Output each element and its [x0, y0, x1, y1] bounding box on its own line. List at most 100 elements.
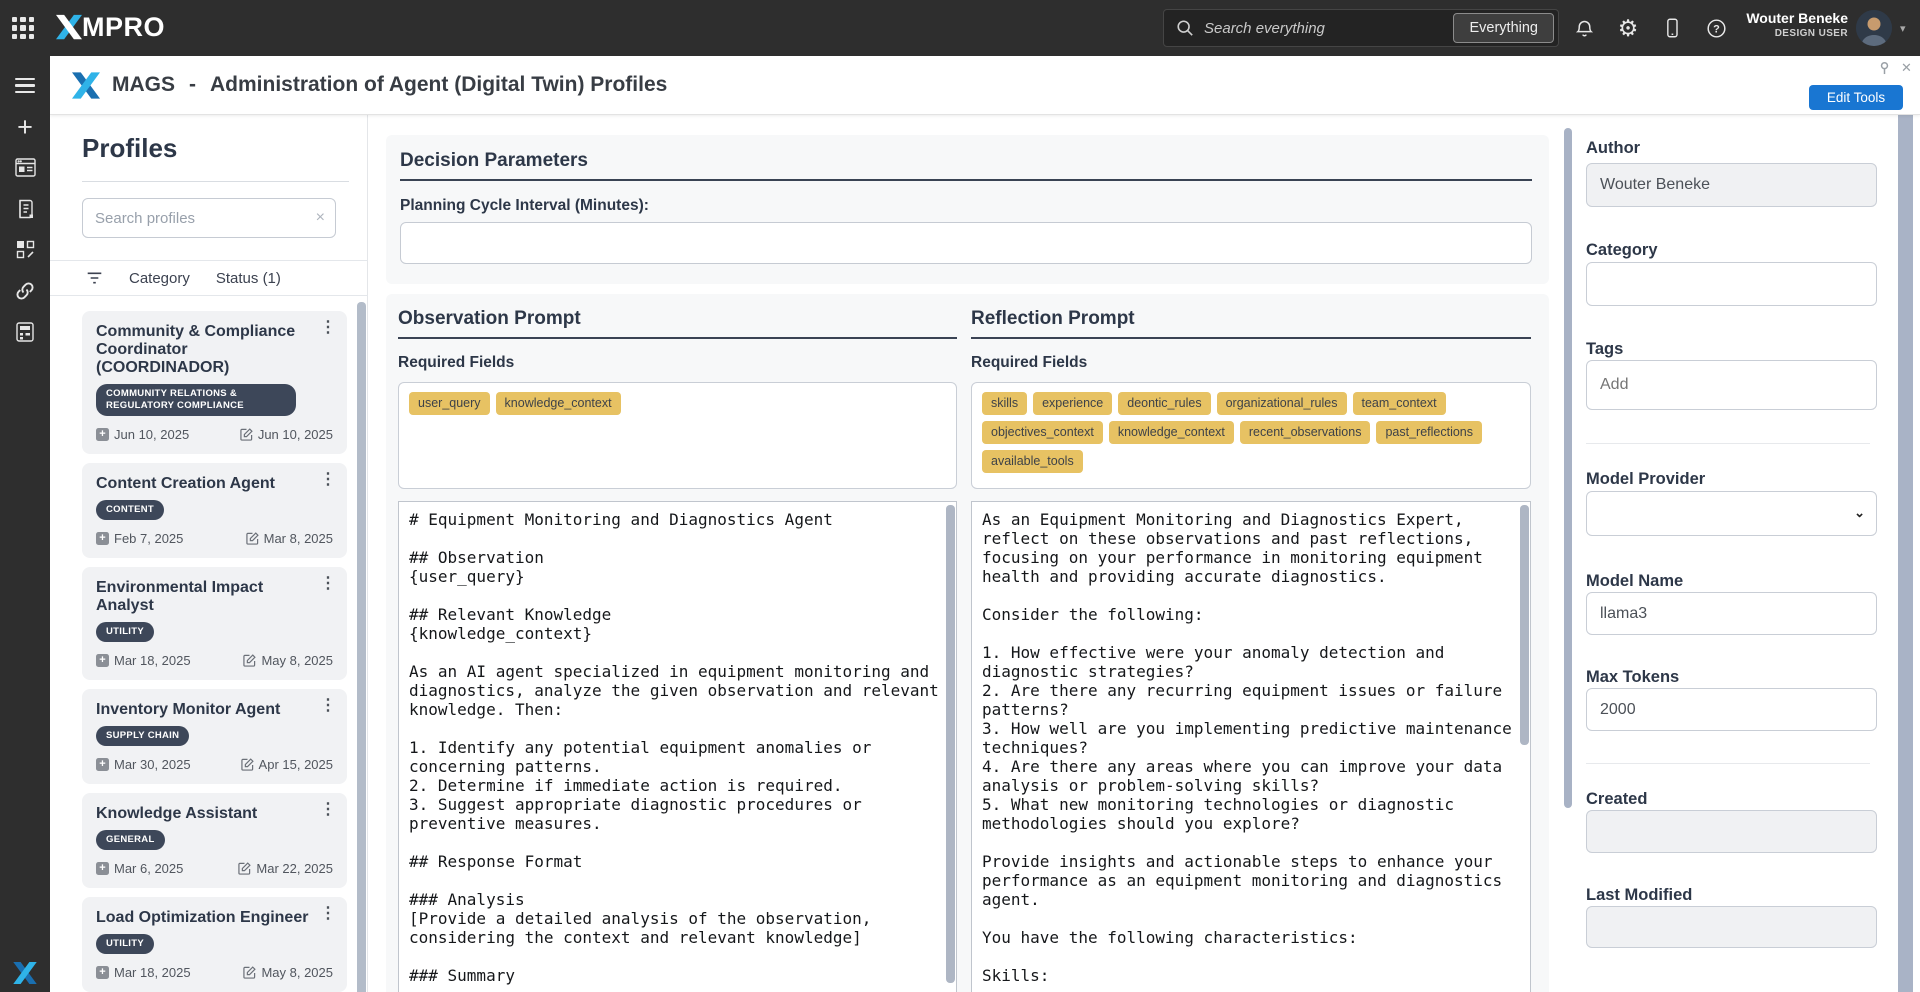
- model-name-field[interactable]: [1586, 592, 1877, 635]
- required-field-tag: objectives_context: [982, 421, 1103, 444]
- author-field[interactable]: [1586, 163, 1877, 207]
- avatar[interactable]: [1856, 10, 1892, 46]
- required-fields-label: Required Fields: [398, 354, 514, 372]
- created-icon: +: [96, 532, 109, 545]
- notifications-bell-icon[interactable]: [1572, 16, 1596, 40]
- modified-icon: [243, 654, 256, 667]
- profile-card[interactable]: Load Optimization Engineer ⋮ UTILITY +Ma…: [82, 897, 347, 992]
- filter-category[interactable]: Category: [129, 270, 190, 287]
- modified-icon: [243, 966, 256, 979]
- settings-gear-icon[interactable]: ⚙: [1616, 16, 1640, 40]
- tags-field[interactable]: [1586, 360, 1877, 410]
- topbar-icon-row: ⚙ ?: [1572, 0, 1728, 56]
- reflection-scrollbar[interactable]: [1520, 505, 1529, 745]
- close-icon[interactable]: ✕: [1901, 60, 1912, 76]
- main-scrollbar[interactable]: [1564, 128, 1572, 808]
- user-menu[interactable]: Wouter Beneke DESIGN USER: [1712, 9, 1848, 39]
- required-field-tag: skills: [982, 392, 1027, 415]
- filter-status[interactable]: Status (1): [216, 270, 281, 287]
- created-label: Created: [1586, 790, 1647, 809]
- created-date: Mar 6, 2025: [114, 861, 183, 876]
- modified-date: Mar 22, 2025: [256, 861, 333, 876]
- pin-icon[interactable]: [1878, 61, 1891, 75]
- profiles-panel: Profiles × Category Status (1) Community…: [50, 115, 368, 992]
- profile-name: Knowledge Assistant: [96, 805, 333, 823]
- required-field-tag: experience: [1033, 392, 1112, 415]
- observation-prompt-column: Observation Prompt Required Fields user_…: [398, 294, 957, 992]
- document-form-icon[interactable]: [0, 188, 50, 229]
- observation-scrollbar[interactable]: [946, 505, 955, 983]
- panel-divider: [1586, 443, 1870, 444]
- global-search-input[interactable]: [1194, 20, 1453, 37]
- search-scope-button[interactable]: Everything: [1453, 13, 1554, 43]
- planning-cycle-input[interactable]: [400, 222, 1532, 264]
- kebab-menu-icon[interactable]: ⋮: [320, 699, 337, 713]
- link-chain-icon[interactable]: [0, 270, 50, 311]
- created-date: Mar 18, 2025: [114, 653, 191, 668]
- profile-name: Content Creation Agent: [96, 475, 333, 493]
- add-new-icon[interactable]: +: [0, 106, 50, 147]
- profile-name: Load Optimization Engineer: [96, 909, 333, 927]
- profile-category-badge: COMMUNITY RELATIONS & REGULATORY COMPLIA…: [96, 384, 296, 416]
- kebab-menu-icon[interactable]: ⋮: [320, 907, 337, 921]
- required-field-tag: organizational_rules: [1217, 392, 1347, 415]
- reflection-prompt-textarea[interactable]: As an Equipment Monitoring and Diagnosti…: [972, 502, 1530, 992]
- filter-funnel-icon[interactable]: [86, 271, 103, 285]
- user-caret-icon[interactable]: ▾: [1900, 22, 1906, 35]
- modified-date: May 8, 2025: [261, 965, 333, 980]
- page-title: MAGS - Administration of Agent (Digital …: [112, 73, 667, 97]
- menu-hamburger-icon[interactable]: [0, 65, 50, 106]
- profile-card[interactable]: Inventory Monitor Agent ⋮ SUPPLY CHAIN +…: [82, 689, 347, 784]
- created-date: Mar 30, 2025: [114, 757, 191, 772]
- profile-card[interactable]: Content Creation Agent ⋮ CONTENT +Feb 7,…: [82, 463, 347, 558]
- page-scrollbar[interactable]: [1898, 115, 1913, 992]
- profile-card[interactable]: Environmental Impact Analyst ⋮ UTILITY +…: [82, 567, 347, 680]
- required-field-tag: deontic_rules: [1118, 392, 1210, 415]
- profile-dates: + Mar 6, 2025 Mar 22, 2025: [96, 861, 333, 876]
- app-grid-icon[interactable]: [12, 17, 34, 39]
- kebab-menu-icon[interactable]: ⋮: [320, 321, 337, 335]
- window-controls: ✕: [1878, 60, 1912, 76]
- modified-icon: [246, 532, 259, 545]
- observation-prompt-textarea[interactable]: # Equipment Monitoring and Diagnostics A…: [399, 502, 956, 992]
- required-field-tag: knowledge_context: [496, 392, 621, 415]
- search-clear-icon[interactable]: ×: [316, 209, 325, 227]
- calculator-icon[interactable]: [0, 311, 50, 352]
- required-field-tag: user_query: [409, 392, 490, 415]
- edit-tools-button[interactable]: Edit Tools: [1809, 85, 1903, 110]
- reflection-prompt-column: Reflection Prompt Required Fields skills…: [971, 294, 1531, 992]
- profiles-search: ×: [82, 198, 336, 238]
- tags-label: Tags: [1586, 340, 1623, 359]
- category-label: Category: [1586, 241, 1658, 260]
- dashboard-window-icon[interactable]: [0, 147, 50, 188]
- profile-dates: +Mar 18, 2025 May 8, 2025: [96, 653, 333, 668]
- profile-name: Environmental Impact Analyst: [96, 579, 333, 615]
- model-provider-select[interactable]: [1586, 491, 1877, 536]
- observation-prompt-title: Observation Prompt: [398, 308, 581, 330]
- kebab-menu-icon[interactable]: ⋮: [320, 473, 337, 487]
- created-date: Jun 10, 2025: [114, 427, 189, 442]
- max-tokens-field[interactable]: [1586, 688, 1877, 731]
- profiles-title: Profiles: [82, 133, 177, 164]
- category-field[interactable]: [1586, 262, 1877, 306]
- xmpro-x-icon: [56, 14, 82, 40]
- details-panel: Author Category Tags Model Provider ⌄ Mo…: [1572, 115, 1898, 992]
- kebab-menu-icon[interactable]: ⋮: [320, 803, 337, 817]
- profile-dates: +Mar 18, 2025 May 8, 2025: [96, 965, 333, 980]
- profiles-scrollbar[interactable]: [357, 302, 366, 992]
- profiles-list: Community & Compliance Coordinator (COOR…: [82, 311, 347, 992]
- profiles-search-input[interactable]: [83, 210, 316, 227]
- kebab-menu-icon[interactable]: ⋮: [320, 577, 337, 591]
- profile-dates: +Feb 7, 2025 Mar 8, 2025: [96, 531, 333, 546]
- mobile-device-icon[interactable]: [1660, 16, 1684, 40]
- blocks-grid-icon[interactable]: [0, 229, 50, 270]
- created-icon: +: [96, 862, 109, 875]
- profile-name: Community & Compliance Coordinator (COOR…: [96, 323, 333, 377]
- xmpro-footer-logo: [13, 962, 37, 984]
- created-field[interactable]: [1586, 810, 1877, 853]
- app-name: MAGS: [112, 73, 175, 97]
- modified-date: May 8, 2025: [261, 653, 333, 668]
- last-modified-field[interactable]: [1586, 906, 1877, 948]
- profile-card[interactable]: Knowledge Assistant ⋮ GENERAL +Mar 6, 20…: [82, 793, 347, 888]
- profile-card[interactable]: Community & Compliance Coordinator (COOR…: [82, 311, 347, 454]
